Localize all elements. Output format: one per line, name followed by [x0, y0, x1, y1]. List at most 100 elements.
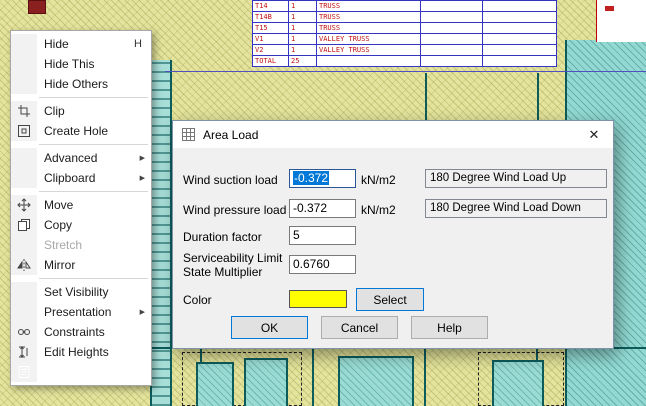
wind-suction-load-unit: kN/m2 — [361, 173, 396, 187]
cad-grid-line — [165, 71, 646, 72]
app-screen: T14 1 TRUSS T14B 1 TRUSS T15 1 TRUSS V1 … — [0, 0, 646, 406]
table-cell — [483, 12, 557, 23]
menu-item-label: Edit Heights — [44, 345, 109, 359]
mirror-icon — [17, 258, 31, 272]
clip-icon — [17, 104, 31, 118]
wind-suction-load-note: 180 Degree Wind Load Up — [425, 169, 607, 188]
table-cell — [421, 56, 483, 67]
menu-item-clip[interactable]: Clip — [11, 101, 151, 121]
wind-pressure-load-note: 180 Degree Wind Load Down — [425, 199, 607, 218]
wind-pressure-load-unit: kN/m2 — [361, 203, 396, 217]
table-cell: VALLEY TRUSS — [317, 34, 421, 45]
copy-icon — [17, 218, 31, 232]
menu-item-mirror[interactable]: Mirror — [11, 255, 151, 275]
submenu-arrow-icon: ▶ — [140, 154, 145, 162]
menu-item-clipboard[interactable]: Clipboard ▶ — [11, 168, 151, 188]
menu-item-edit-heights[interactable]: Edit Heights — [11, 342, 151, 362]
close-icon[interactable]: ✕ — [575, 121, 613, 148]
table-cell: T14 — [253, 1, 289, 12]
menu-item-label: Create Hole — [44, 124, 108, 138]
menu-item-create-hole[interactable]: Create Hole — [11, 121, 151, 141]
table-cell: 1 — [289, 34, 317, 45]
cad-block-4 — [492, 360, 544, 406]
table-cell: TRUSS — [317, 12, 421, 23]
table-cell — [483, 45, 557, 56]
menu-item-label: Copy — [44, 218, 72, 232]
table-cell: TOTAL — [253, 56, 289, 67]
area-load-dialog: Area Load ✕ Wind suction load -0.372 kN/… — [172, 120, 614, 349]
wind-suction-load-input[interactable]: -0.372 — [289, 169, 356, 188]
serviceability-limit-label: Serviceability Limit State Multiplier — [183, 251, 285, 279]
table-cell: V1 — [253, 34, 289, 45]
menu-item-properties[interactable]: Properties — [11, 362, 151, 382]
cad-wall-strip — [150, 60, 172, 406]
table-cell — [483, 56, 557, 67]
wind-suction-load-label: Wind suction load — [183, 173, 278, 187]
wind-pressure-load-input[interactable]: -0.372 — [289, 199, 356, 218]
menu-item-copy[interactable]: Copy — [11, 215, 151, 235]
cad-block-1 — [196, 362, 234, 406]
ok-button[interactable]: OK — [231, 316, 308, 339]
constraints-icon — [17, 325, 31, 339]
menu-item-stretch: Stretch — [11, 235, 151, 255]
menu-item-constraints[interactable]: Constraints — [11, 322, 151, 342]
properties-icon — [17, 365, 31, 379]
table-cell: 1 — [289, 23, 317, 34]
table-cell — [483, 23, 557, 34]
color-label: Color — [183, 293, 212, 307]
dialog-titlebar[interactable]: Area Load ✕ — [173, 121, 613, 148]
table-cell: T14B — [253, 12, 289, 23]
menu-item-move[interactable]: Move — [11, 195, 151, 215]
help-button[interactable]: Help — [411, 316, 488, 339]
table-cell: 1 — [289, 12, 317, 23]
color-swatch[interactable] — [289, 290, 347, 308]
table-cell — [317, 56, 421, 67]
context-menu: Hide H Hide This Hide Others Clip Create… — [10, 30, 152, 386]
menu-item-label: Set Visibility — [44, 285, 108, 299]
serviceability-limit-input[interactable]: 0.6760 — [289, 255, 356, 274]
menu-shortcut: H — [134, 38, 142, 50]
menu-separator — [39, 191, 148, 192]
cad-line-v2 — [312, 349, 314, 406]
table-cell: TRUSS — [317, 1, 421, 12]
cad-line-v3 — [424, 349, 426, 406]
select-button[interactable]: Select — [356, 288, 424, 311]
menu-separator — [39, 278, 148, 279]
dialog-title: Area Load — [203, 128, 258, 142]
cad-block-3 — [338, 356, 414, 406]
menu-separator — [39, 144, 148, 145]
table-cell — [421, 1, 483, 12]
menu-item-label: Mirror — [44, 258, 75, 272]
menu-item-hide[interactable]: Hide H — [11, 34, 151, 54]
wind-suction-load-value: -0.372 — [293, 171, 329, 185]
menu-item-label: Constraints — [44, 325, 105, 339]
menu-item-presentation[interactable]: Presentation ▶ — [11, 302, 151, 322]
area-load-dialog-icon — [181, 127, 196, 142]
table-cell: TRUSS — [317, 23, 421, 34]
wind-pressure-load-label: Wind pressure load — [183, 203, 286, 217]
menu-item-label: Hide — [44, 37, 69, 51]
cancel-button[interactable]: Cancel — [321, 316, 398, 339]
table-cell: 1 — [289, 1, 317, 12]
menu-item-label: Hide This — [44, 57, 94, 71]
menu-item-label: Advanced — [44, 151, 97, 165]
duration-factor-label: Duration factor — [183, 230, 262, 244]
table-cell: V2 — [253, 45, 289, 56]
table-cell: T15 — [253, 23, 289, 34]
table-cell: 25 — [289, 56, 317, 67]
table-cell — [421, 23, 483, 34]
menu-separator — [39, 97, 148, 98]
cad-marker-icon — [28, 0, 46, 14]
cad-block-2 — [244, 358, 288, 406]
menu-item-hide-others[interactable]: Hide Others — [11, 74, 151, 94]
submenu-arrow-icon: ▶ — [140, 308, 145, 316]
menu-item-advanced[interactable]: Advanced ▶ — [11, 148, 151, 168]
menu-item-label: Move — [44, 198, 73, 212]
menu-item-label: Hide Others — [44, 77, 108, 91]
cad-line-v6 — [537, 73, 539, 120]
menu-item-label: Stretch — [44, 238, 82, 252]
cad-line-v5 — [425, 73, 427, 120]
menu-item-hide-this[interactable]: Hide This — [11, 54, 151, 74]
duration-factor-input[interactable]: 5 — [289, 226, 356, 245]
menu-item-set-visibility[interactable]: Set Visibility — [11, 282, 151, 302]
